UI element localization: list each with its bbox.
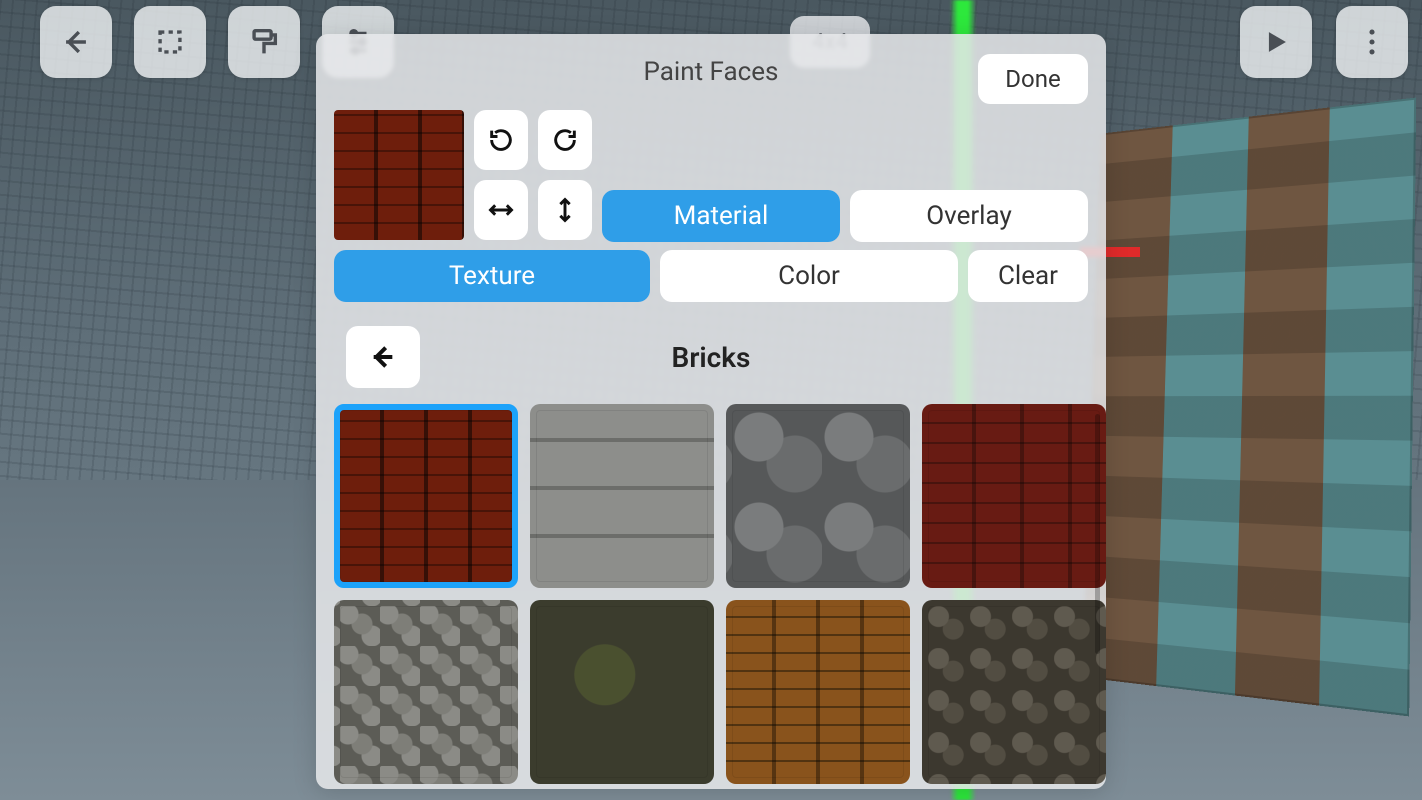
panel-title: Paint Faces — [644, 57, 779, 87]
layer-material-button[interactable]: Material — [602, 190, 840, 242]
flip-vertical-icon — [551, 196, 579, 224]
mode-clear-label: Clear — [998, 261, 1058, 291]
scrollbar[interactable] — [1095, 414, 1100, 654]
overflow-menu-button[interactable] — [1336, 6, 1408, 78]
paint-faces-panel: Paint Faces Done Material — [316, 34, 1106, 789]
flip-horizontal-button[interactable] — [474, 180, 528, 240]
texture-thumb-brick-red[interactable] — [334, 404, 518, 588]
texture-thumb-concrete-block[interactable] — [530, 404, 714, 588]
mode-texture-button[interactable]: Texture — [334, 250, 650, 302]
rotate-ccw-icon — [487, 126, 515, 154]
arrow-left-icon — [367, 341, 399, 373]
flip-horizontal-icon — [487, 196, 515, 224]
category-label: Bricks — [672, 341, 751, 374]
layer-overlay-label: Overlay — [926, 201, 1012, 231]
arrow-left-icon — [59, 25, 93, 59]
rotate-cw-button[interactable] — [538, 110, 592, 170]
back-button[interactable] — [40, 6, 112, 78]
done-label: Done — [1005, 65, 1060, 93]
texture-thumb-paver-red[interactable] — [922, 404, 1106, 588]
texture-thumb-cobble-dark[interactable] — [922, 600, 1106, 784]
texture-thumb-cobble[interactable] — [334, 600, 518, 784]
play-button[interactable] — [1240, 6, 1312, 78]
texture-thumb-moss[interactable] — [530, 600, 714, 784]
select-tool-button[interactable] — [134, 6, 206, 78]
play-icon — [1259, 25, 1293, 59]
rotate-ccw-button[interactable] — [474, 110, 528, 170]
selection-icon — [153, 25, 187, 59]
paint-tool-button[interactable] — [228, 6, 300, 78]
layer-overlay-button[interactable]: Overlay — [850, 190, 1088, 242]
layer-material-label: Material — [674, 201, 769, 231]
texture-thumb-brick-yellow[interactable] — [726, 600, 910, 784]
mode-clear-button[interactable]: Clear — [968, 250, 1088, 302]
rotate-cw-icon — [551, 126, 579, 154]
flip-vertical-button[interactable] — [538, 180, 592, 240]
scene-cube[interactable] — [1082, 98, 1416, 717]
paint-roller-icon — [247, 25, 281, 59]
texture-grid — [334, 404, 1088, 784]
texture-thumb-stone[interactable] — [726, 404, 910, 588]
mode-texture-label: Texture — [449, 261, 535, 291]
more-vertical-icon — [1355, 25, 1389, 59]
selected-texture-preview — [334, 110, 464, 240]
category-back-button[interactable] — [346, 326, 420, 388]
done-button[interactable]: Done — [978, 54, 1088, 104]
mode-color-button[interactable]: Color — [660, 250, 958, 302]
mode-color-label: Color — [778, 261, 840, 291]
